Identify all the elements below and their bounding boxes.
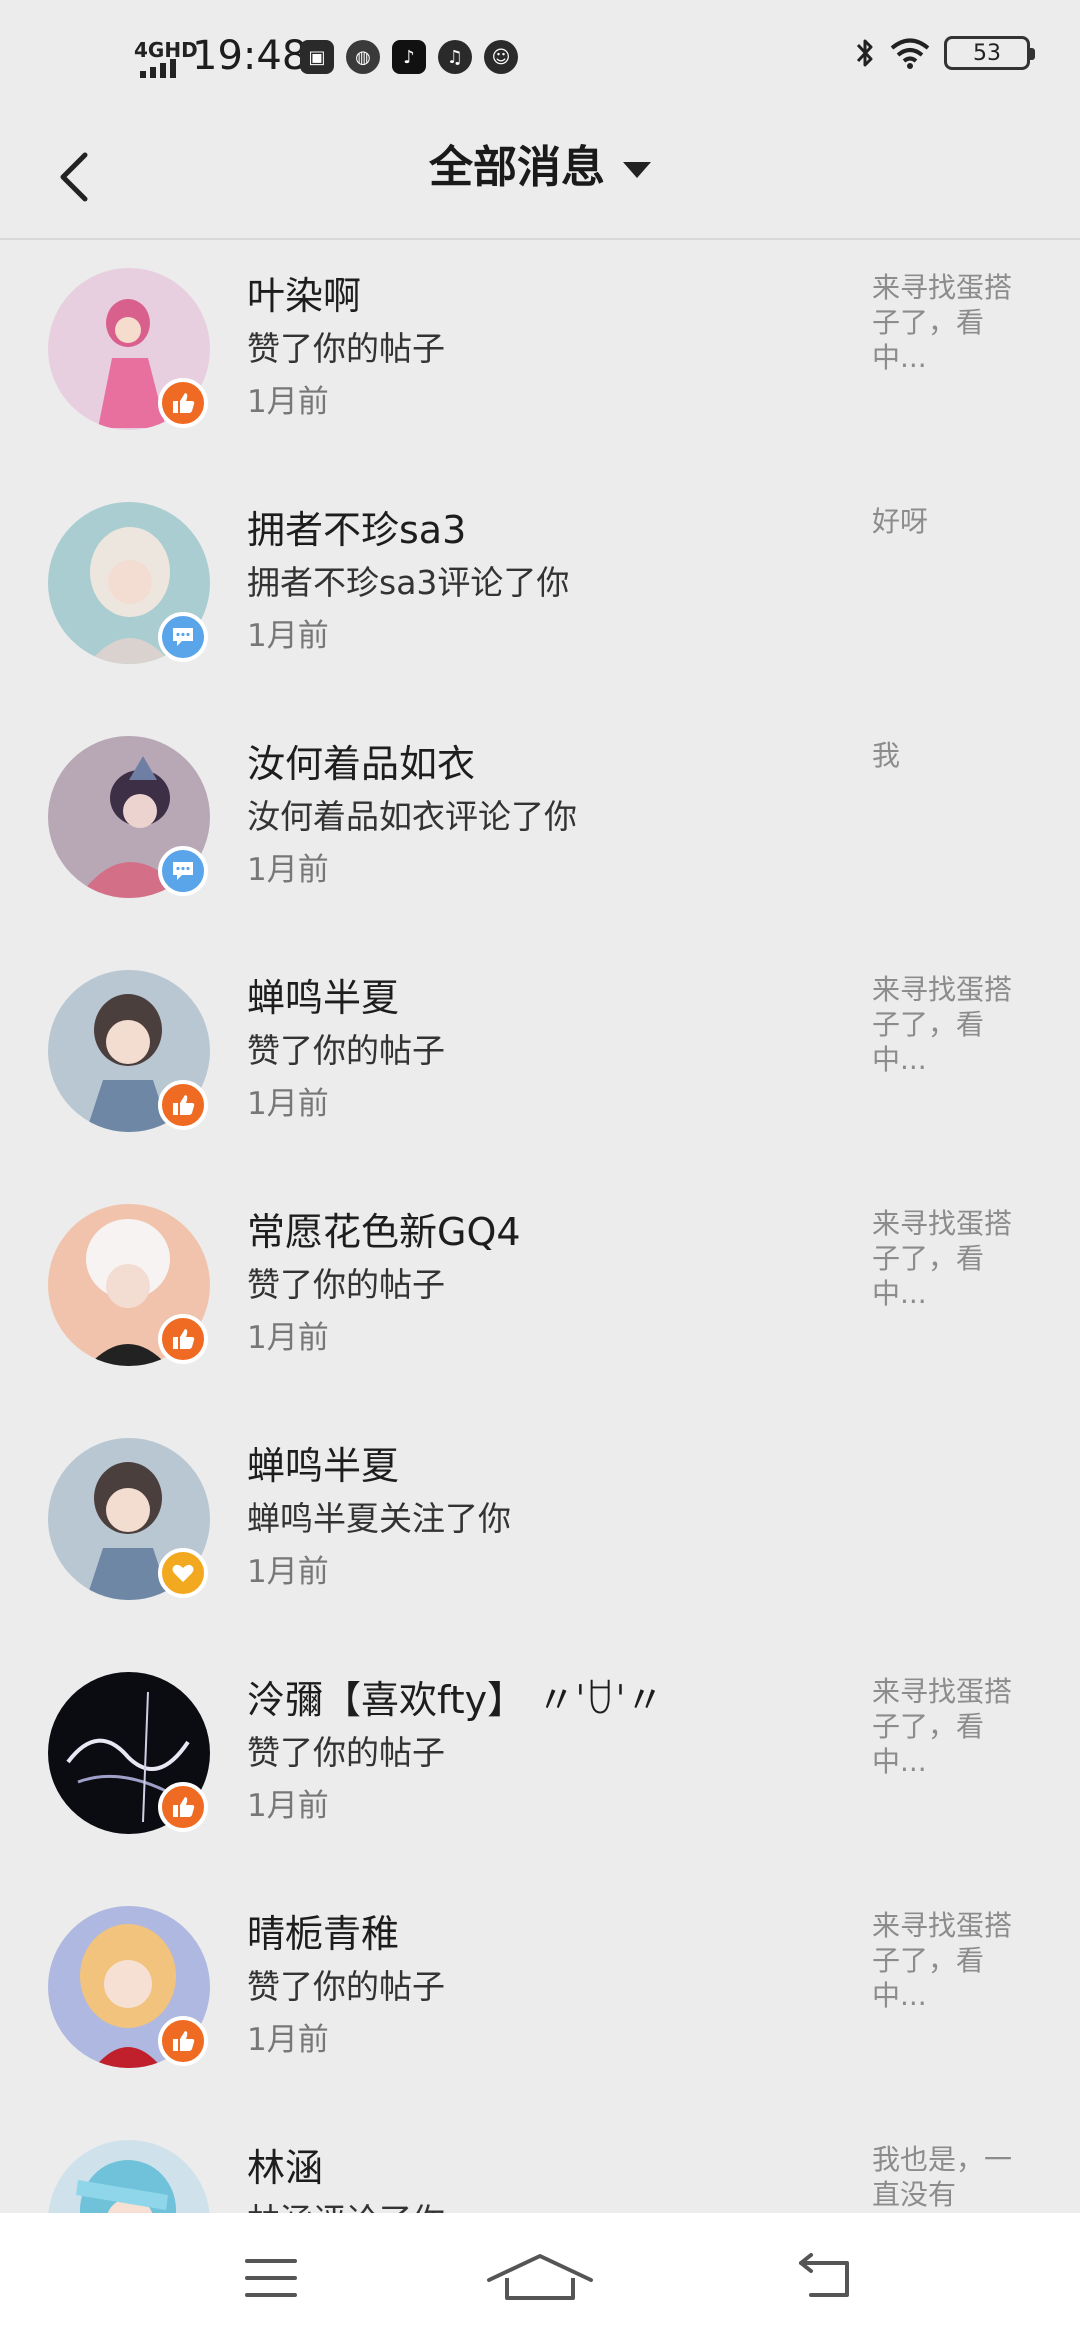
notification-icons: ▣ ◍ ♪ ♫ ☺ <box>300 40 518 74</box>
sender-name[interactable]: 常愿花色新GQ4 <box>247 1206 521 1258</box>
follow-badge <box>158 1548 208 1598</box>
like-badge <box>158 1782 208 1832</box>
sender-name[interactable]: 晴栀青稚 <box>247 1908 399 1960</box>
home-button[interactable] <box>485 2243 595 2313</box>
filter-dropdown[interactable]: 全部消息 <box>0 138 1080 198</box>
action-text: 赞了你的帖子 <box>247 1031 445 1070</box>
sender-name[interactable]: 蝉鸣半夏 <box>247 972 399 1024</box>
content-preview[interactable]: 来寻找蛋搭子了，看中... <box>872 972 1032 1077</box>
page-header: 全部消息 <box>0 118 1080 240</box>
notification-item[interactable]: 林涵 林涵评论了你 我也是，一直没有 <box>0 2112 1080 2213</box>
signal-icon <box>140 59 176 78</box>
action-text: 林涵评论了你 <box>247 2198 445 2213</box>
content-preview[interactable]: 我也是，一直没有 <box>872 2142 1032 2212</box>
content-preview[interactable]: 我 <box>872 738 1032 773</box>
like-badge <box>158 1314 208 1364</box>
comment-icon <box>173 628 193 646</box>
page-title: 全部消息 <box>429 142 605 193</box>
bot-icon: ☺ <box>484 40 518 74</box>
caret-down-icon <box>623 162 651 178</box>
action-text: 蝉鸣半夏关注了你 <box>247 1499 511 1538</box>
status-bar: 4GHD 19:48 ▣ ◍ ♪ ♫ ☺ 53 <box>0 0 1080 118</box>
notification-list[interactable]: 叶染啊 赞了你的帖子 1月前 来寻找蛋搭子了，看中... 拥者不珍sa3 拥者不… <box>0 240 1080 2213</box>
like-icon <box>173 393 195 413</box>
action-text: 赞了你的帖子 <box>247 1733 445 1772</box>
timestamp: 1月前 <box>247 1788 329 1824</box>
action-text: 赞了你的帖子 <box>247 1265 445 1304</box>
sender-name[interactable]: 蝉鸣半夏 <box>247 1440 399 1492</box>
comment-badge <box>158 846 208 896</box>
content-preview[interactable]: 来寻找蛋搭子了，看中... <box>872 270 1032 375</box>
notification-item[interactable]: 叶染啊 赞了你的帖子 1月前 来寻找蛋搭子了，看中... <box>0 240 1080 474</box>
content-preview[interactable]: 来寻找蛋搭子了，看中... <box>872 1674 1032 1779</box>
timestamp: 1月前 <box>247 2022 329 2058</box>
home-icon <box>487 2254 593 2300</box>
sender-name[interactable]: 泠彌【喜欢fty】 〃ˈꇴˈ〃 <box>247 1674 664 1726</box>
notification-item[interactable]: 常愿花色新GQ4 赞了你的帖子 1月前 来寻找蛋搭子了，看中... <box>0 1176 1080 1410</box>
notification-item[interactable]: 蝉鸣半夏 赞了你的帖子 1月前 来寻找蛋搭子了，看中... <box>0 942 1080 1176</box>
wifi-icon <box>890 38 930 69</box>
menu-icon <box>245 2259 297 2297</box>
timestamp: 1月前 <box>247 1554 329 1590</box>
heart-icon <box>172 1564 194 1582</box>
notification-item[interactable]: 泠彌【喜欢fty】 〃ˈꇴˈ〃 赞了你的帖子 1月前 来寻找蛋搭子了，看中... <box>0 1644 1080 1878</box>
like-icon <box>173 2031 195 2051</box>
content-preview[interactable]: 来寻找蛋搭子了，看中... <box>872 1908 1032 2013</box>
content-preview[interactable]: 好呀 <box>872 504 1032 539</box>
action-text: 拥者不珍sa3评论了你 <box>247 563 570 602</box>
douyin-icon: ♪ <box>392 40 426 74</box>
like-badge <box>158 378 208 428</box>
music-icon: ♫ <box>438 40 472 74</box>
comment-icon <box>173 862 193 880</box>
back-icon <box>799 2253 849 2297</box>
notification-item[interactable]: 汝何着品如衣 汝何着品如衣评论了你 1月前 我 <box>0 708 1080 942</box>
avatar[interactable] <box>48 2140 210 2213</box>
sender-name[interactable]: 汝何着品如衣 <box>247 738 475 790</box>
timestamp: 1月前 <box>247 852 329 888</box>
clock: 19:48 <box>192 33 308 79</box>
timestamp: 1月前 <box>247 1086 329 1122</box>
timestamp: 1月前 <box>247 1320 329 1356</box>
action-text: 赞了你的帖子 <box>247 329 445 368</box>
menu-button[interactable] <box>216 2243 326 2313</box>
like-badge <box>158 1080 208 1130</box>
sender-name[interactable]: 叶染啊 <box>247 270 361 322</box>
like-icon <box>173 1797 195 1817</box>
content-preview[interactable]: 来寻找蛋搭子了，看中... <box>872 1206 1032 1311</box>
notification-item[interactable]: 晴栀青稚 赞了你的帖子 1月前 来寻找蛋搭子了，看中... <box>0 1878 1080 2112</box>
timestamp: 1月前 <box>247 384 329 420</box>
notification-item[interactable]: 拥者不珍sa3 拥者不珍sa3评论了你 1月前 好呀 <box>0 474 1080 708</box>
wechat-icon: ◍ <box>346 40 380 74</box>
notification-app-1-icon: ▣ <box>300 40 334 74</box>
like-icon <box>173 1329 195 1349</box>
like-badge <box>158 2016 208 2066</box>
battery-level: 53 <box>973 40 1001 66</box>
status-right: 53 <box>854 36 1035 70</box>
sender-name[interactable]: 林涵 <box>247 2142 323 2194</box>
back-nav-button[interactable] <box>770 2243 880 2313</box>
notification-item[interactable]: 蝉鸣半夏 蝉鸣半夏关注了你 1月前 <box>0 1410 1080 1644</box>
network-type: 4GHD <box>134 38 198 62</box>
sender-name[interactable]: 拥者不珍sa3 <box>247 504 466 556</box>
bluetooth-icon <box>856 39 873 67</box>
timestamp: 1月前 <box>247 618 329 654</box>
like-icon <box>173 1095 195 1115</box>
battery-indicator: 53 <box>944 36 1035 70</box>
action-text: 汝何着品如衣评论了你 <box>247 797 577 836</box>
action-text: 赞了你的帖子 <box>247 1967 445 2006</box>
comment-badge <box>158 612 208 662</box>
system-nav-bar <box>0 2213 1080 2340</box>
